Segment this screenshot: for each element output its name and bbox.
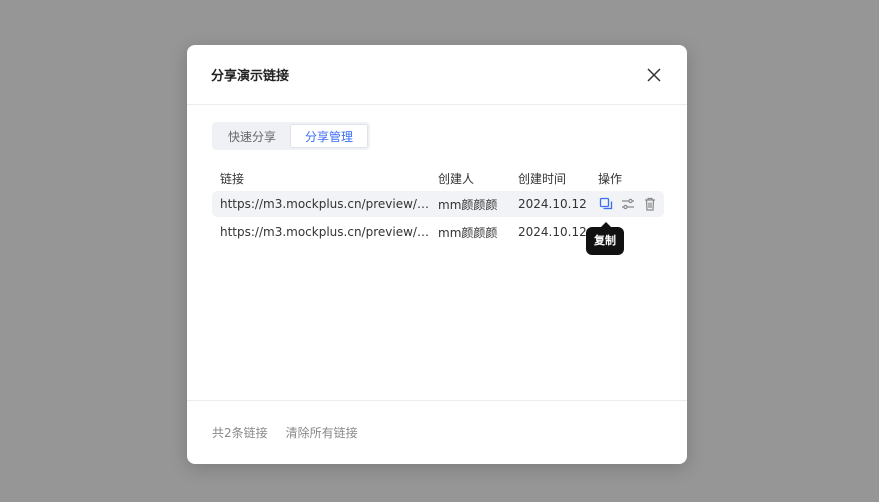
row-link[interactable]: https://m3.mockplus.cn/preview/Yyz…: [212, 197, 430, 211]
row-link[interactable]: https://m3.mockplus.cn/preview/3IH…: [212, 225, 430, 239]
row-ops: [590, 196, 664, 212]
trash-icon: [645, 197, 655, 211]
row-time: 2024.10.12: [518, 225, 587, 239]
dialog-footer: 共2条链接 清除所有链接: [187, 400, 687, 464]
header-creator: 创建人: [438, 171, 475, 186]
table-header: 链接 创建人 创建时间 操作: [212, 167, 664, 189]
clear-all-links-button[interactable]: 清除所有链接: [286, 424, 358, 441]
dialog-header: 分享演示链接: [187, 45, 687, 105]
share-dialog: 分享演示链接 快速分享 分享管理 链接 创建人 创建时间 操作 https://…: [187, 45, 687, 464]
dialog-title: 分享演示链接: [211, 69, 290, 84]
link-count: 共2条链接: [212, 426, 268, 440]
table-row[interactable]: https://m3.mockplus.cn/preview/Yyz… mm颜颜…: [212, 191, 664, 217]
header-link: 链接: [220, 171, 245, 186]
header-ops: 操作: [598, 171, 623, 186]
delete-button[interactable]: [642, 196, 658, 212]
copy-icon: [599, 197, 613, 210]
settings-button[interactable]: [620, 196, 636, 212]
close-button[interactable]: [645, 66, 663, 84]
copy-tooltip: 复制: [586, 222, 624, 255]
tab-quick-share[interactable]: 快速分享: [214, 124, 290, 148]
header-time: 创建时间: [518, 171, 567, 186]
row-creator: mm颜颜颜: [438, 197, 498, 212]
share-tabs: 快速分享 分享管理: [212, 122, 371, 150]
sliders-icon: [622, 198, 634, 210]
copy-button[interactable]: [598, 196, 614, 212]
row-time: 2024.10.12: [518, 197, 587, 211]
close-icon: [647, 67, 661, 82]
row-creator: mm颜颜颜: [438, 225, 498, 240]
tab-share-manage[interactable]: 分享管理: [290, 124, 369, 148]
